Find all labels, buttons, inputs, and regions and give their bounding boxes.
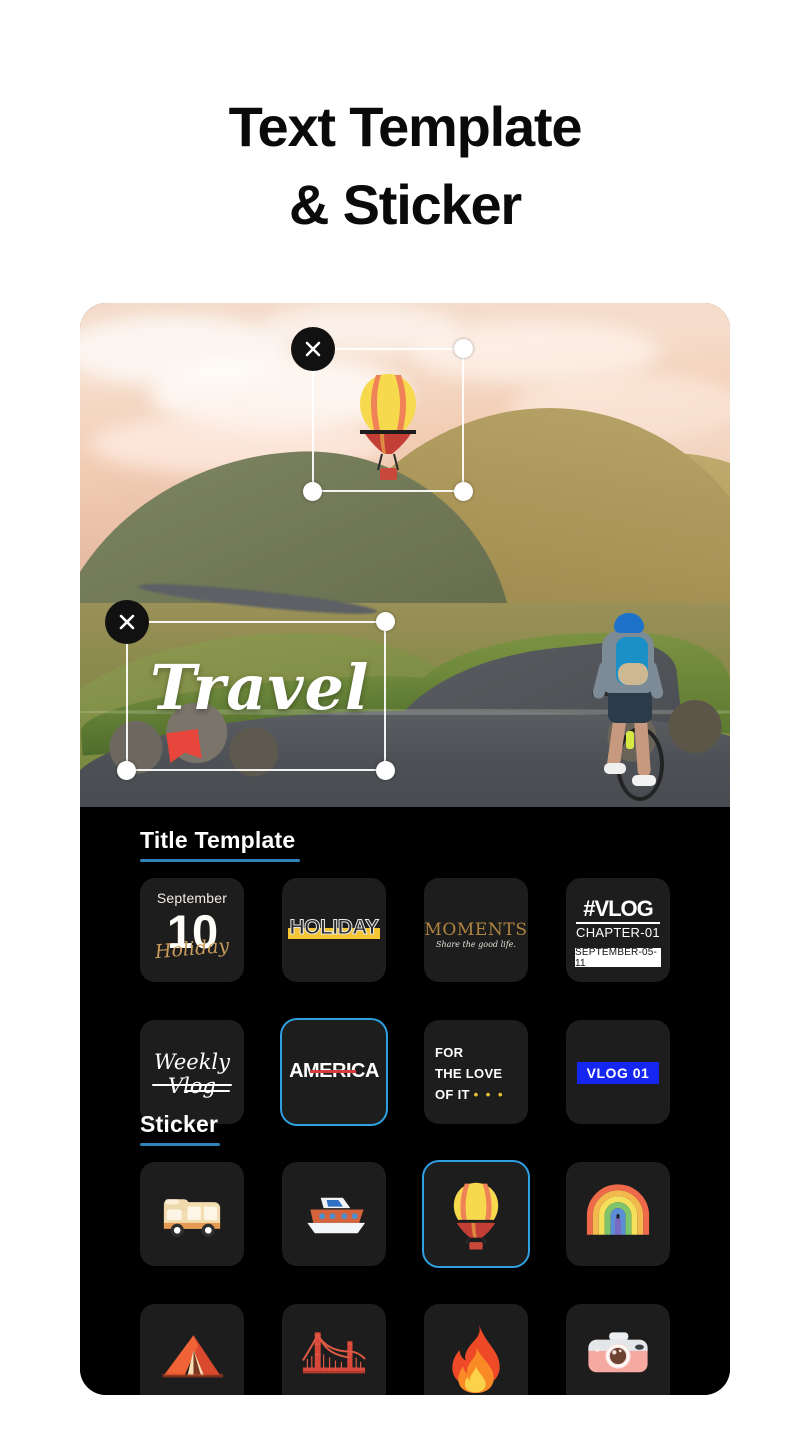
shoe [632, 775, 656, 786]
underline-swash [152, 1084, 232, 1086]
resize-handle-bottom-left[interactable] [117, 761, 136, 780]
marketing-page: Text Template & Sticker Travel Title Tem… [0, 0, 810, 1440]
hot-air-balloon-icon [424, 1162, 528, 1266]
template-line-vlog-01: VLOG 01 [577, 1062, 659, 1084]
sticker-tile-tent[interactable] [140, 1304, 244, 1395]
template-tile-weekly-vlog[interactable]: Weekly Vlog [140, 1020, 244, 1124]
sticker-tile-hot-air-balloon[interactable] [424, 1162, 528, 1266]
camera-icon [566, 1304, 670, 1395]
sticker-tile-fire[interactable] [424, 1304, 528, 1395]
tent-icon [140, 1304, 244, 1395]
page-title: Text Template & Sticker [0, 88, 810, 244]
resize-handle-bottom-right[interactable] [376, 761, 395, 780]
resize-handle-top-right[interactable] [376, 612, 395, 631]
template-lines-love: FOR THE LOVE OF IT • • • [435, 1042, 505, 1105]
template-line-moments: MOMENTS [424, 920, 528, 940]
template-tile-for-the-love-of-it[interactable]: FOR THE LOVE OF IT • • • [424, 1020, 528, 1124]
cyclist [566, 603, 676, 801]
red-strike [310, 1070, 356, 1073]
template-line-3-text: OF IT [435, 1087, 470, 1102]
resize-handle-bottom-right[interactable] [454, 482, 473, 501]
delete-sticker-button[interactable] [291, 327, 335, 371]
water-bottle [626, 731, 634, 749]
template-tile-moments[interactable]: MOMENTS Share the good life. [424, 878, 528, 982]
template-line-chapter: CHAPTER-01 [576, 925, 660, 940]
sticker-tile-motorboat[interactable] [282, 1162, 386, 1266]
leg [633, 716, 652, 778]
helmet [614, 613, 644, 633]
app-screenshot-card: Travel Title Template September 10 Holid… [80, 303, 730, 1395]
rainbow-icon [566, 1162, 670, 1266]
sticker-selection-box[interactable] [291, 327, 473, 501]
sticker-grid [140, 1162, 670, 1395]
section-title-title-template: Title Template [140, 827, 296, 853]
resize-handle-top-right[interactable] [454, 339, 473, 358]
travel-text-label: Travel [150, 651, 370, 724]
template-line-moments-tagline: Share the good life. [436, 940, 516, 949]
rv-icon [140, 1162, 244, 1266]
section-underline [140, 859, 300, 862]
backpack-strap [618, 663, 648, 685]
section-title-sticker: Sticker [140, 1111, 219, 1137]
shoe [604, 763, 626, 774]
delete-text-button[interactable] [105, 600, 149, 644]
flag-sticker [166, 729, 202, 763]
sticker-tile-bridge[interactable] [282, 1304, 386, 1395]
page-title-line-1: Text Template [228, 95, 583, 158]
sticker-tile-camera[interactable] [566, 1304, 670, 1395]
bridge-icon [282, 1304, 386, 1395]
boat-icon [282, 1162, 386, 1266]
template-tile-september-10-holiday[interactable]: September 10 Holiday [140, 878, 244, 982]
section-underline [140, 1143, 220, 1146]
resize-handle-bottom-left[interactable] [303, 482, 322, 501]
template-line-vlog: #VLOG [583, 896, 654, 921]
template-line-3: OF IT • • • [435, 1084, 505, 1105]
template-line-holiday: HOLIDAY [289, 916, 380, 940]
underline-swash [184, 1090, 230, 1092]
divider [576, 922, 660, 924]
template-line-dots: • • • [473, 1087, 505, 1102]
sticker-tile-recreational-vehicle[interactable] [140, 1162, 244, 1266]
fire-icon [424, 1304, 528, 1395]
sticker-tile-rainbow[interactable] [566, 1162, 670, 1266]
template-line-2: THE LOVE [435, 1066, 503, 1081]
template-tile-vlog-chapter[interactable]: #VLOG CHAPTER-01 SEPTEMBER-05-11 [566, 878, 670, 982]
editor-panel: Title Template September 10 Holiday HOLI… [80, 807, 730, 1395]
template-tile-holiday-outline[interactable]: HOLIDAY [282, 878, 386, 982]
template-tile-america[interactable]: AMERICA [282, 1020, 386, 1124]
hot-air-balloon-icon [352, 372, 424, 484]
template-line-date: SEPTEMBER-05-11 [575, 947, 661, 969]
template-line-1: FOR [435, 1045, 464, 1060]
template-tile-vlog-01[interactable]: VLOG 01 [566, 1020, 670, 1124]
text-selection-box[interactable]: Travel [105, 600, 395, 780]
title-template-grid: September 10 Holiday HOLIDAY MOMENTS Sha… [140, 878, 670, 1124]
photo-preview[interactable]: Travel [80, 303, 730, 807]
page-title-line-2: & Sticker [289, 173, 522, 236]
